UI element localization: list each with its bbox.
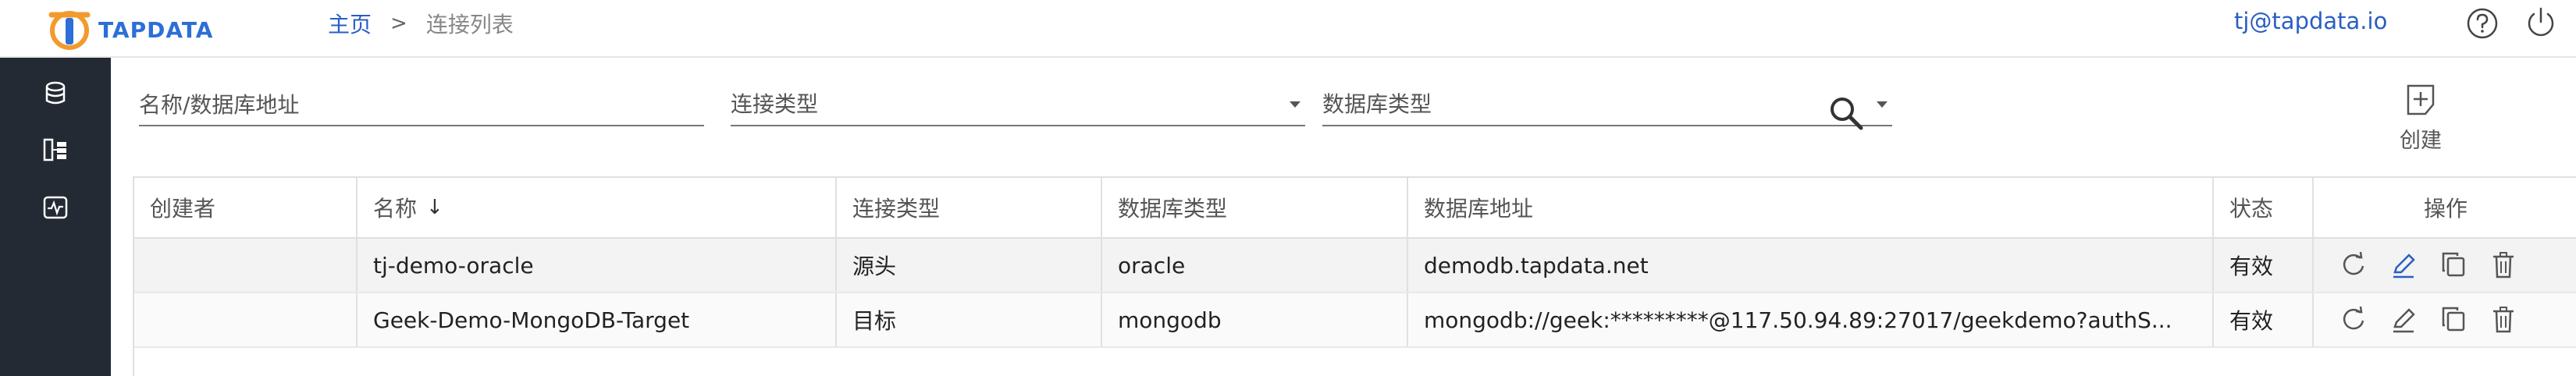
cell-address: demodb.tapdata.net xyxy=(1408,239,2214,292)
cell-database-type: mongodb xyxy=(1102,293,1408,346)
data-flow-icon xyxy=(43,138,66,161)
breadcrumb-current: 连接列表 xyxy=(425,12,514,37)
col-actions: 操作 xyxy=(2423,196,2467,222)
cell-status: 有效 xyxy=(2214,239,2314,292)
filter-bar: 连接类型 数据库类型 创建 xyxy=(111,58,2576,159)
cell-creator xyxy=(134,293,358,346)
table-row[interactable]: tj-demo-oracle 源头 oracle demodb.tapdata.… xyxy=(134,239,2576,293)
cell-connection-type: 源头 xyxy=(837,239,1102,292)
power-icon[interactable] xyxy=(2523,5,2559,41)
database-icon xyxy=(45,81,66,105)
cell-status: 有效 xyxy=(2214,293,2314,346)
chevron-down-icon xyxy=(1290,101,1300,108)
top-header: TAPDATA 主页 > 连接列表 tj@tapdata.io xyxy=(0,0,2576,58)
cell-name: tj-demo-oracle xyxy=(358,239,837,292)
cell-actions xyxy=(2314,239,2576,292)
delete-icon[interactable] xyxy=(2487,249,2520,282)
table-row[interactable]: Geek-Demo-MongoDB-Target 目标 mongodb mong… xyxy=(134,293,2576,348)
database-type-select[interactable]: 数据库类型 xyxy=(1322,87,1892,126)
sidebar xyxy=(0,58,111,376)
refresh-icon[interactable] xyxy=(2337,249,2370,282)
breadcrumb-separator: > xyxy=(390,12,407,35)
col-status[interactable]: 状态 xyxy=(2214,178,2314,237)
edit-icon[interactable] xyxy=(2387,249,2420,282)
edit-icon[interactable] xyxy=(2387,303,2420,336)
breadcrumb-home-link[interactable]: 主页 xyxy=(328,8,372,39)
cell-connection-type: 目标 xyxy=(837,293,1102,346)
cell-database-type: oracle xyxy=(1102,239,1408,292)
cell-name: Geek-Demo-MongoDB-Target xyxy=(358,293,837,346)
user-email-menu[interactable]: tj@tapdata.io xyxy=(2234,8,2387,34)
logo-mark-icon xyxy=(48,11,91,50)
help-circle-icon[interactable] xyxy=(2465,6,2500,41)
col-database-type[interactable]: 数据库类型 xyxy=(1102,178,1408,237)
connections-table: 创建者 名称 ↓ 连接类型 数据库类型 数据库地址 状态 操作 tj-demo-… xyxy=(133,176,2576,376)
connection-type-select[interactable]: 连接类型 xyxy=(731,87,1305,126)
chevron-down-icon xyxy=(1877,101,1888,108)
add-box-icon xyxy=(2407,84,2435,115)
tapdata-logo[interactable]: TAPDATA xyxy=(47,6,213,53)
cell-actions xyxy=(2314,293,2576,346)
sidebar-item-dataflow[interactable] xyxy=(0,122,111,178)
sidebar-item-monitor[interactable] xyxy=(0,179,111,236)
copy-icon[interactable] xyxy=(2437,303,2470,336)
monitor-icon xyxy=(43,196,68,219)
table-header: 创建者 名称 ↓ 连接类型 数据库类型 数据库地址 状态 操作 xyxy=(134,178,2576,239)
create-label: 创建 xyxy=(2400,129,2442,153)
col-name[interactable]: 名称 ↓ xyxy=(358,178,837,237)
connection-type-label: 连接类型 xyxy=(731,91,819,117)
col-address[interactable]: 数据库地址 xyxy=(1408,178,2214,237)
create-button[interactable]: 创建 xyxy=(2386,81,2456,159)
cell-address: mongodb://geek:*********@117.50.94.89:27… xyxy=(1408,293,2214,346)
copy-icon[interactable] xyxy=(2437,249,2470,282)
refresh-icon[interactable] xyxy=(2337,303,2370,336)
database-type-label: 数据库类型 xyxy=(1322,91,1432,117)
name-address-input[interactable] xyxy=(139,87,704,122)
breadcrumb: 主页 > 连接列表 xyxy=(328,8,514,39)
sidebar-item-connections[interactable] xyxy=(0,66,111,122)
search-icon[interactable] xyxy=(1825,92,1869,136)
logo-text: TAPDATA xyxy=(98,16,214,43)
col-creator[interactable]: 创建者 xyxy=(134,178,358,237)
cell-creator xyxy=(134,239,358,292)
name-address-filter[interactable] xyxy=(139,87,704,126)
delete-icon[interactable] xyxy=(2487,303,2520,336)
sort-down-icon[interactable]: ↓ xyxy=(426,196,443,219)
col-connection-type[interactable]: 连接类型 xyxy=(837,178,1102,237)
col-name-label: 名称 xyxy=(373,196,418,222)
